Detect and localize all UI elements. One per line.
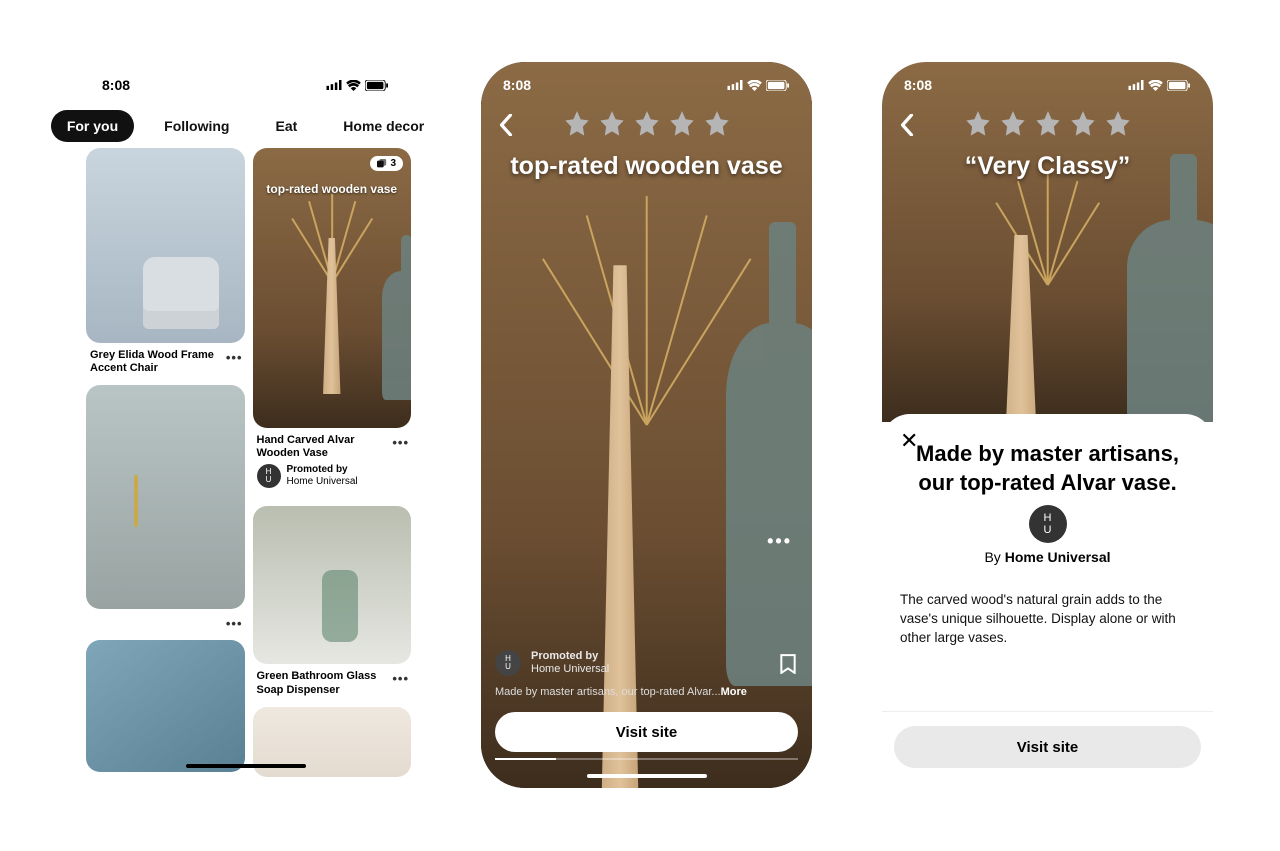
promoted-brand: Home Universal [287, 476, 358, 487]
status-time: 8:08 [503, 77, 531, 93]
save-button[interactable] [780, 654, 796, 674]
brand-avatar[interactable]: HU [495, 650, 521, 676]
chevron-left-icon [499, 114, 513, 136]
more-link[interactable]: More [721, 686, 747, 698]
wifi-icon [346, 80, 361, 91]
status-time: 8:08 [102, 77, 130, 93]
status-bar: 8:08 [904, 74, 1191, 96]
details-sheet: ✕ Made by master artisans, our top-rated… [882, 414, 1213, 788]
tab-eat[interactable]: Eat [259, 110, 313, 142]
carousel-count-badge: 3 [370, 156, 403, 171]
wifi-icon [1148, 80, 1163, 91]
sheet-description: The carved wood's natural grain adds to … [900, 591, 1195, 648]
tab-for-you[interactable]: For you [51, 110, 134, 142]
pin-image[interactable] [86, 385, 245, 609]
hero-title: “Very Classy” [882, 152, 1213, 181]
star-icon [1104, 110, 1132, 138]
pin-title: Hand Carved Alvar Wooden Vase [257, 434, 387, 460]
promoted-label: Promoted by [287, 464, 358, 476]
brand-avatar[interactable]: HU [1029, 505, 1067, 543]
pin-title: Green Bathroom Glass Soap Dispenser [257, 670, 387, 696]
pin-vase-promoted[interactable]: 3 top-rated wooden vase Hand Carved Alva… [253, 148, 412, 488]
progress-bar[interactable] [495, 758, 798, 760]
status-icons [326, 80, 389, 91]
battery-icon [1167, 80, 1191, 91]
tab-following[interactable]: Following [148, 110, 245, 142]
home-indicator [186, 764, 306, 768]
pin-image[interactable] [253, 506, 412, 664]
status-time: 8:08 [904, 77, 932, 93]
star-icon [563, 110, 591, 138]
phone-idea-pin-sheet: 8:08 “Very Classy” ✕ Made by master arti… [882, 62, 1213, 788]
pin-title: Grey Elida Wood Frame Accent Chair [90, 349, 220, 375]
kebab-icon[interactable]: ••• [392, 670, 409, 685]
phone-feed: 8:08 For you Following Eat Home decor Gr… [80, 62, 411, 788]
kebab-icon[interactable]: ••• [226, 349, 243, 364]
kebab-icon[interactable]: ••• [392, 434, 409, 449]
status-bar: 8:08 [102, 74, 389, 96]
more-options-icon[interactable]: ••• [767, 531, 792, 552]
home-indicator [587, 774, 707, 778]
pin-chair[interactable]: Grey Elida Wood Frame Accent Chair ••• [86, 148, 245, 377]
cellular-icon [326, 80, 342, 90]
stack-icon [377, 159, 387, 169]
visit-site-button[interactable]: Visit site [495, 712, 798, 752]
kebab-icon[interactable]: ••• [226, 615, 243, 630]
battery-icon [766, 80, 790, 91]
rating-stars [481, 110, 812, 138]
status-bar: 8:08 [503, 74, 790, 96]
promoted-by-row[interactable]: HU Promoted by Home Universal [253, 462, 412, 488]
brand-avatar: HU [257, 464, 281, 488]
status-icons [1128, 80, 1191, 91]
promoted-brand: Home Universal [531, 663, 609, 675]
pin-hand[interactable] [86, 640, 245, 772]
chevron-left-icon [900, 114, 914, 136]
byline[interactable]: By Home Universal [900, 549, 1195, 565]
promoted-label: Promoted by [531, 650, 609, 663]
brand-name: Home Universal [1005, 549, 1111, 565]
star-icon [633, 110, 661, 138]
pin-bathroom[interactable]: Green Bathroom Glass Soap Dispenser ••• [253, 506, 412, 698]
sheet-title: Made by master artisans, our top-rated A… [900, 440, 1195, 497]
star-icon [598, 110, 626, 138]
pin-image[interactable] [86, 148, 245, 343]
battery-icon [365, 80, 389, 91]
star-icon [1069, 110, 1097, 138]
pin-sink[interactable]: ••• [86, 385, 245, 632]
star-icon [703, 110, 731, 138]
close-button[interactable]: ✕ [900, 428, 918, 454]
carousel-count-text: 3 [390, 158, 396, 169]
tab-home-decor[interactable]: Home decor [327, 110, 440, 142]
rating-stars [882, 110, 1213, 138]
phone-idea-pin-full: 8:08 top-rated wooden vase ••• HU Promot… [481, 62, 812, 788]
cellular-icon [1128, 80, 1144, 90]
star-icon [999, 110, 1027, 138]
description-text: Made by master artisans, our top-rated A… [495, 686, 721, 698]
star-icon [1034, 110, 1062, 138]
bookmark-icon [780, 654, 796, 674]
pin-image[interactable]: 3 top-rated wooden vase [253, 148, 412, 428]
pin-image[interactable] [86, 640, 245, 772]
wifi-icon [747, 80, 762, 91]
visit-site-button[interactable]: Visit site [894, 726, 1201, 768]
by-prefix: By [984, 549, 1004, 565]
feed-tabs: For you Following Eat Home decor [80, 110, 411, 142]
description-preview[interactable]: Made by master artisans, our top-rated A… [495, 686, 798, 698]
star-icon [668, 110, 696, 138]
status-icons [727, 80, 790, 91]
hero-title: top-rated wooden vase [481, 152, 812, 181]
cellular-icon [727, 80, 743, 90]
back-button[interactable] [900, 114, 914, 136]
star-icon [964, 110, 992, 138]
back-button[interactable] [499, 114, 513, 136]
